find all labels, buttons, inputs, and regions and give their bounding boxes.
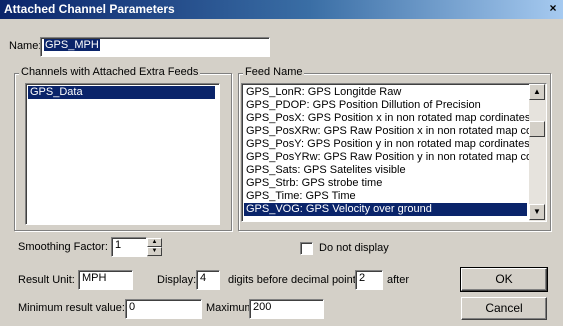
feed-item-label: GPS_PosXRw: GPS Raw Position x in non ro… xyxy=(246,125,542,137)
min-result-value: 0 xyxy=(129,301,136,313)
spin-down-icon[interactable]: ▼ xyxy=(147,247,162,256)
feed-item[interactable]: GPS_Time: GPS Time xyxy=(244,190,356,203)
do-not-display-label: Do not display xyxy=(319,242,389,254)
feed-group-label: Feed Name xyxy=(243,66,305,78)
smoothing-input-value: 1 xyxy=(115,239,122,251)
spin-up-icon[interactable]: ▲ xyxy=(147,238,162,247)
dialog-window: Attached Channel Parameters × Name: GPS_… xyxy=(0,0,563,326)
smoothing-spinner[interactable]: ▲ ▼ xyxy=(147,238,162,256)
feed-item[interactable]: GPS_PosY: GPS Position y in non rotated … xyxy=(244,138,530,151)
feed-item-label: GPS_PDOP: GPS Position Dillution of Prec… xyxy=(246,99,481,111)
name-input-value: GPS_MPH xyxy=(44,39,100,51)
channel-item-label: GPS_Data xyxy=(30,86,83,98)
feed-item-label: GPS_PosYRw: GPS Raw Position y in non ro… xyxy=(246,151,542,163)
channels-group-label: Channels with Attached Extra Feeds xyxy=(19,66,201,78)
title-bar[interactable]: Attached Channel Parameters × xyxy=(0,0,563,19)
do-not-display-checkbox[interactable] xyxy=(300,242,313,255)
result-unit-label: Result Unit: xyxy=(18,274,75,286)
feed-item-label: GPS_PosX: GPS Position x in non rotated … xyxy=(246,112,531,124)
maximum-value: 200 xyxy=(253,301,272,313)
after-label: after xyxy=(387,274,410,286)
feed-item[interactable]: GPS_PosYRw: GPS Raw Position y in non ro… xyxy=(244,151,541,164)
scrollbar-thumb[interactable] xyxy=(529,121,545,137)
close-icon[interactable]: × xyxy=(546,2,560,16)
feed-item-label: GPS_Time: GPS Time xyxy=(246,190,356,202)
ok-button[interactable]: OK xyxy=(460,267,548,292)
result-unit-value: MPH xyxy=(82,272,107,284)
maximum-input[interactable]: 200 xyxy=(249,299,324,319)
feed-item-selected[interactable]: GPS_VOG: GPS Velocity over ground xyxy=(244,203,527,216)
feed-item[interactable]: GPS_Strb: GPS strobe time xyxy=(244,177,382,190)
feed-item[interactable]: GPS_LonR: GPS Longitde Raw xyxy=(244,86,401,99)
feed-item-label: GPS_Strb: GPS strobe time xyxy=(246,177,383,189)
result-unit-input[interactable]: MPH xyxy=(78,270,133,290)
down-arrow-icon[interactable]: ▼ xyxy=(529,204,545,220)
min-result-label: Minimum result value: xyxy=(18,302,125,314)
feed-item-label: GPS_Sats: GPS Satelites visible xyxy=(246,164,406,176)
display-after-value: 2 xyxy=(359,272,366,284)
channels-list[interactable]: GPS_Data xyxy=(25,83,220,225)
min-result-input[interactable]: 0 xyxy=(125,299,202,319)
up-arrow-icon[interactable]: ▲ xyxy=(529,84,545,100)
window-title: Attached Channel Parameters xyxy=(4,2,175,16)
name-label: Name: xyxy=(9,40,42,52)
feed-list-scrollbar[interactable]: ▲ ▼ xyxy=(529,84,546,221)
name-input[interactable]: GPS_MPH xyxy=(40,37,270,57)
feed-item[interactable]: GPS_PosX: GPS Position x in non rotated … xyxy=(244,112,530,125)
display-after-input[interactable]: 2 xyxy=(355,270,383,290)
smoothing-input[interactable]: 1 xyxy=(111,237,147,257)
feed-item[interactable]: GPS_PosXRw: GPS Raw Position x in non ro… xyxy=(244,125,541,138)
cancel-button[interactable]: Cancel xyxy=(461,297,547,320)
smoothing-label: Smoothing Factor: xyxy=(18,241,108,253)
feed-item[interactable]: GPS_PDOP: GPS Position Dillution of Prec… xyxy=(244,99,481,112)
display-digits-value: 4 xyxy=(200,272,207,284)
digits-before-label: digits before decimal point, xyxy=(228,274,359,286)
feed-item[interactable]: GPS_Sats: GPS Satelites visible xyxy=(244,164,406,177)
display-digits-input[interactable]: 4 xyxy=(196,270,220,290)
feed-list[interactable]: GPS_LonR: GPS Longitde Raw GPS_PDOP: GPS… xyxy=(241,83,547,222)
channel-item-gps-data[interactable]: GPS_Data xyxy=(28,86,215,99)
feed-item-label: GPS_VOG: GPS Velocity over ground xyxy=(246,203,432,215)
display-label: Display: xyxy=(157,274,197,286)
feed-item-label: GPS_LonR: GPS Longitde Raw xyxy=(246,86,402,98)
feed-item-label: GPS_PosY: GPS Position y in non rotated … xyxy=(246,138,530,150)
